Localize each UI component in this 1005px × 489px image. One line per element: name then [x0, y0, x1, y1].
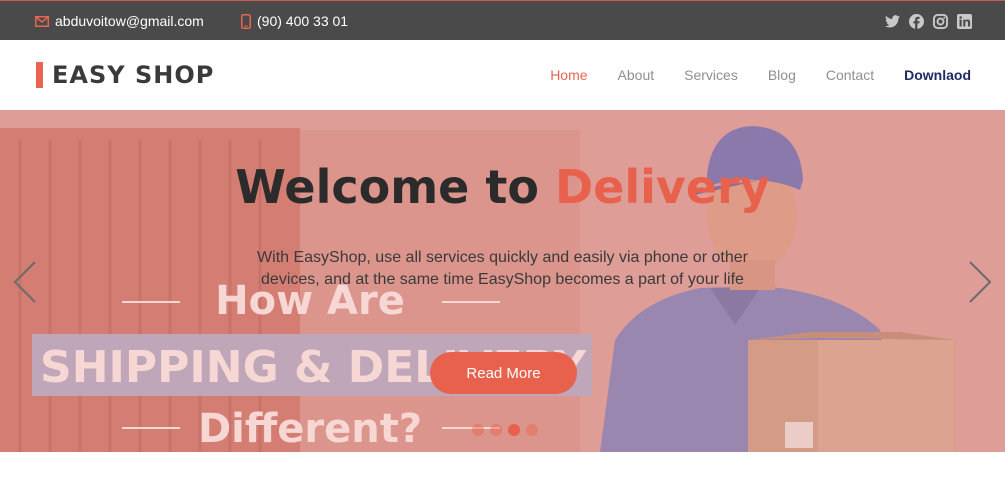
hero-title-prefix: Welcome to: [235, 160, 555, 214]
slide-dot-4[interactable]: [526, 424, 538, 436]
twitter-icon[interactable]: [884, 13, 900, 29]
nav-about[interactable]: About: [618, 67, 655, 83]
phone-text: (90) 400 33 01: [257, 13, 349, 29]
nav-contact[interactable]: Contact: [826, 67, 874, 83]
email-contact[interactable]: abduvoitow@gmail.com: [35, 1, 204, 41]
phone-contact[interactable]: (90) 400 33 01: [241, 1, 348, 41]
nav-services[interactable]: Services: [684, 67, 738, 83]
instagram-icon[interactable]: [932, 13, 948, 29]
slide-dot-1[interactable]: [472, 424, 484, 436]
logo-text: EASY SHOP: [52, 61, 215, 89]
site-header: EASY SHOP Home About Services Blog Conta…: [0, 40, 1005, 110]
logo-bar: [36, 62, 43, 88]
nav-download[interactable]: Downlaod: [904, 67, 971, 83]
slide-dot-3[interactable]: [508, 424, 520, 436]
previous-slide-arrow-icon[interactable]: [13, 260, 37, 304]
logo[interactable]: EASY SHOP: [36, 61, 215, 89]
envelope-icon: [35, 15, 49, 27]
main-nav: Home About Services Blog Contact Downlao…: [520, 40, 971, 110]
linkedin-icon[interactable]: [956, 13, 972, 29]
mobile-phone-icon: [241, 13, 251, 29]
nav-blog[interactable]: Blog: [768, 67, 796, 83]
hero-slider: How Are SHIPPING & DELIVERY Different? W…: [0, 110, 1005, 452]
slide-dot-2[interactable]: [490, 424, 502, 436]
email-text: abduvoitow@gmail.com: [55, 13, 204, 29]
hero-title-accent: Delivery: [554, 160, 770, 214]
nav-home[interactable]: Home: [550, 67, 587, 83]
read-more-button[interactable]: Read More: [430, 352, 577, 394]
facebook-icon[interactable]: [908, 13, 924, 29]
top-bar: abduvoitow@gmail.com (90) 400 33 01: [0, 0, 1005, 40]
hero-title: Welcome to Delivery: [0, 160, 1005, 214]
hero-description: With EasyShop, use all services quickly …: [257, 249, 748, 288]
next-slide-arrow-icon[interactable]: [968, 260, 992, 304]
social-links: [884, 1, 972, 41]
slider-indicators: [472, 424, 538, 436]
